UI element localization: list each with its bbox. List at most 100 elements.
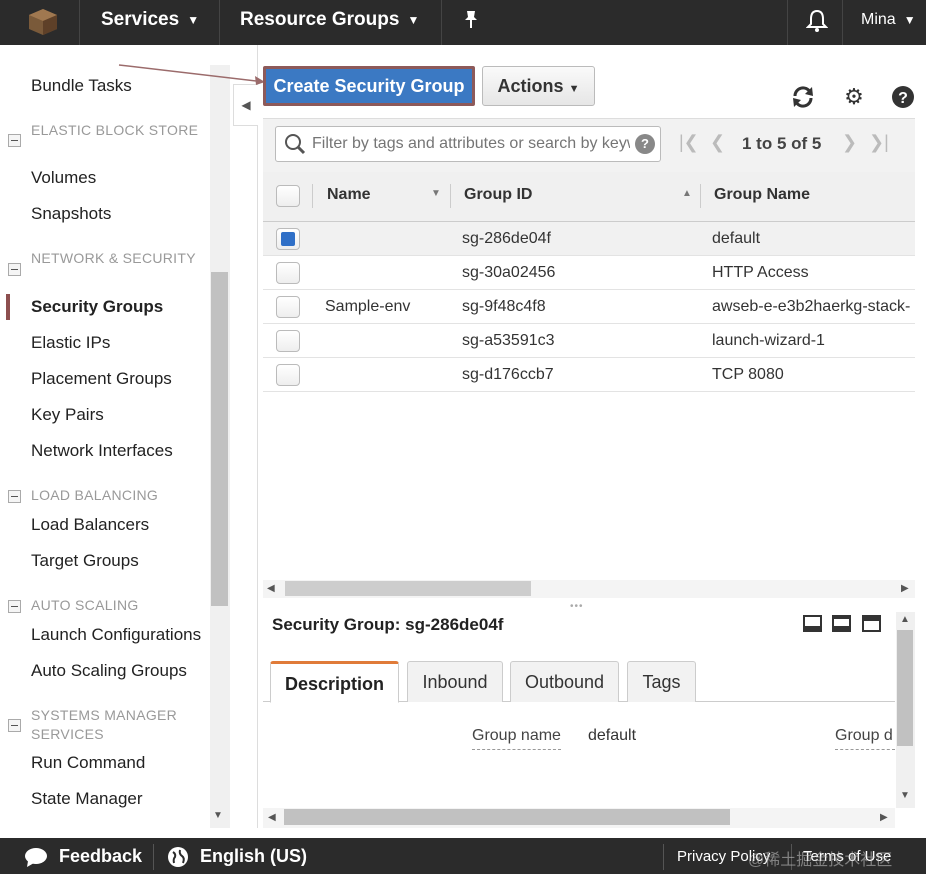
scroll-down-icon[interactable]: ▼ [213, 810, 223, 821]
cell-group-name: TCP 8080 [712, 366, 784, 383]
table-row[interactable]: sg-30a02456 HTTP Access [263, 256, 915, 290]
sidebar-item-key-pairs[interactable]: Key Pairs [31, 405, 104, 425]
resize-grip-icon[interactable]: ••• [570, 601, 584, 612]
pagination-text: 1 to 5 of 5 [742, 134, 822, 153]
table-row[interactable]: sg-286de04f default [263, 222, 915, 256]
sort-ascending-icon[interactable]: ▲ [682, 188, 692, 199]
top-nav: Services ▼ Resource Groups ▼ Mina ▼ [0, 0, 926, 45]
collapse-toggle-icon[interactable] [8, 134, 21, 147]
aws-cube-logo[interactable] [28, 8, 58, 36]
resource-groups-label: Resource Groups [240, 9, 400, 31]
section-elastic-block-store: ELASTIC BLOCK STORE [31, 122, 199, 138]
cell-group-name: launch-wizard-1 [712, 332, 825, 349]
detail-hscroll-thumb[interactable] [284, 809, 730, 825]
sidebar-item-placement-groups[interactable]: Placement Groups [31, 369, 172, 389]
sidebar-collapse-strip [230, 45, 258, 828]
sidebar-item-volumes[interactable]: Volumes [31, 168, 96, 188]
chevron-down-icon: ▼ [407, 13, 420, 27]
row-checkbox[interactable] [276, 296, 300, 318]
search-input[interactable] [312, 130, 630, 158]
row-checkbox[interactable] [276, 228, 300, 250]
select-all-checkbox[interactable] [276, 185, 300, 207]
scroll-up-icon[interactable]: ▲ [900, 614, 910, 625]
sidebar-scroll-thumb[interactable] [211, 272, 228, 606]
row-checkbox[interactable] [276, 364, 300, 386]
actions-button[interactable]: Actions ▼ [482, 66, 595, 106]
collapse-toggle-icon[interactable] [8, 263, 21, 276]
cell-group-id: sg-286de04f [462, 230, 551, 247]
scroll-right-icon[interactable]: ▶ [880, 812, 888, 823]
table-row[interactable]: sg-a53591c3 launch-wizard-1 [263, 324, 915, 358]
collapse-sidebar-button[interactable]: ◀ [233, 84, 258, 126]
gear-icon[interactable]: ⚙ [841, 84, 867, 110]
globe-icon [168, 847, 188, 867]
nav-divider [79, 0, 80, 45]
cell-group-name: awseb-e-e3b2haerkg-stack- [712, 298, 911, 315]
column-header-group-id[interactable]: Group ID [464, 186, 532, 204]
section-auto-scaling: AUTO SCALING [31, 597, 139, 613]
row-checkbox[interactable] [276, 330, 300, 352]
column-header-name[interactable]: Name [327, 186, 371, 204]
sidebar-item-security-groups[interactable]: Security Groups [31, 297, 163, 317]
footer-divider [153, 844, 154, 870]
refresh-icon[interactable] [790, 84, 816, 110]
sidebar-item-auto-scaling-groups[interactable]: Auto Scaling Groups [31, 661, 187, 681]
last-page-icon[interactable]: ❯| [869, 132, 889, 153]
tab-outbound[interactable]: Outbound [510, 661, 619, 702]
user-menu[interactable]: Mina ▼ [861, 0, 916, 45]
group-name-label: Group name [472, 727, 561, 750]
scroll-down-icon[interactable]: ▼ [900, 790, 910, 801]
sidebar: Bundle Tasks ELASTIC BLOCK STORE Volumes… [0, 45, 230, 828]
search-box[interactable]: ? [275, 126, 661, 162]
layout-bottom-icon[interactable] [803, 615, 822, 632]
sidebar-item-run-command[interactable]: Run Command [31, 753, 145, 773]
sidebar-item-target-groups[interactable]: Target Groups [31, 551, 139, 571]
first-page-icon[interactable]: |❮ [679, 132, 699, 153]
group-name-value: default [588, 727, 637, 744]
layout-top-icon[interactable] [862, 615, 881, 632]
column-header-group-name[interactable]: Group Name [714, 186, 810, 204]
sidebar-item-launch-configurations[interactable]: Launch Configurations [31, 625, 201, 645]
active-indicator [6, 294, 10, 320]
feedback-link[interactable]: Feedback [59, 846, 142, 867]
table-row[interactable]: sg-d176ccb7 TCP 8080 [263, 358, 915, 392]
column-divider [312, 184, 313, 208]
row-checkbox[interactable] [276, 262, 300, 284]
tab-description[interactable]: Description [270, 661, 399, 703]
resource-groups-menu[interactable]: Resource Groups ▼ [240, 0, 419, 45]
sidebar-item-network-interfaces[interactable]: Network Interfaces [31, 441, 173, 461]
cell-name: Sample-env [325, 298, 411, 315]
chevron-down-icon: ▼ [187, 13, 200, 27]
scroll-right-icon[interactable]: ▶ [901, 583, 909, 594]
table-row[interactable]: Sample-env sg-9f48c4f8 awseb-e-e3b2haerk… [263, 290, 915, 324]
scroll-left-icon[interactable]: ◀ [267, 583, 275, 594]
tab-tags[interactable]: Tags [627, 661, 696, 702]
services-label: Services [101, 9, 180, 31]
collapse-toggle-icon[interactable] [8, 719, 21, 732]
sidebar-item-snapshots[interactable]: Snapshots [31, 204, 111, 224]
tab-inbound[interactable]: Inbound [407, 661, 503, 702]
sidebar-item-elastic-ips[interactable]: Elastic IPs [31, 333, 110, 353]
scroll-left-icon[interactable]: ◀ [268, 812, 276, 823]
help-icon[interactable]: ? [890, 84, 916, 110]
actions-label: Actions [497, 76, 564, 96]
table-scroll-thumb[interactable] [285, 581, 531, 596]
sidebar-item-state-manager[interactable]: State Manager [31, 789, 143, 809]
prev-page-icon[interactable]: ❮ [710, 132, 725, 153]
chevron-down-icon: ▼ [903, 13, 916, 27]
detail-scroll-thumb[interactable] [897, 630, 913, 746]
collapse-toggle-icon[interactable] [8, 600, 21, 613]
next-page-icon[interactable]: ❯ [842, 132, 857, 153]
create-security-group-button[interactable]: Create Security Group [263, 66, 475, 106]
sidebar-item-load-balancers[interactable]: Load Balancers [31, 515, 149, 535]
cell-group-id: sg-30a02456 [462, 264, 556, 281]
cell-group-id: sg-d176ccb7 [462, 366, 554, 383]
collapse-toggle-icon[interactable] [8, 490, 21, 503]
services-menu[interactable]: Services ▼ [101, 0, 199, 45]
bell-icon[interactable] [806, 9, 828, 33]
language-selector[interactable]: English (US) [200, 846, 307, 867]
pin-icon[interactable] [462, 10, 480, 30]
sort-indicator-icon[interactable]: ▼ [431, 188, 441, 199]
layout-split-icon[interactable] [832, 615, 851, 632]
filter-help-icon[interactable]: ? [635, 134, 655, 154]
